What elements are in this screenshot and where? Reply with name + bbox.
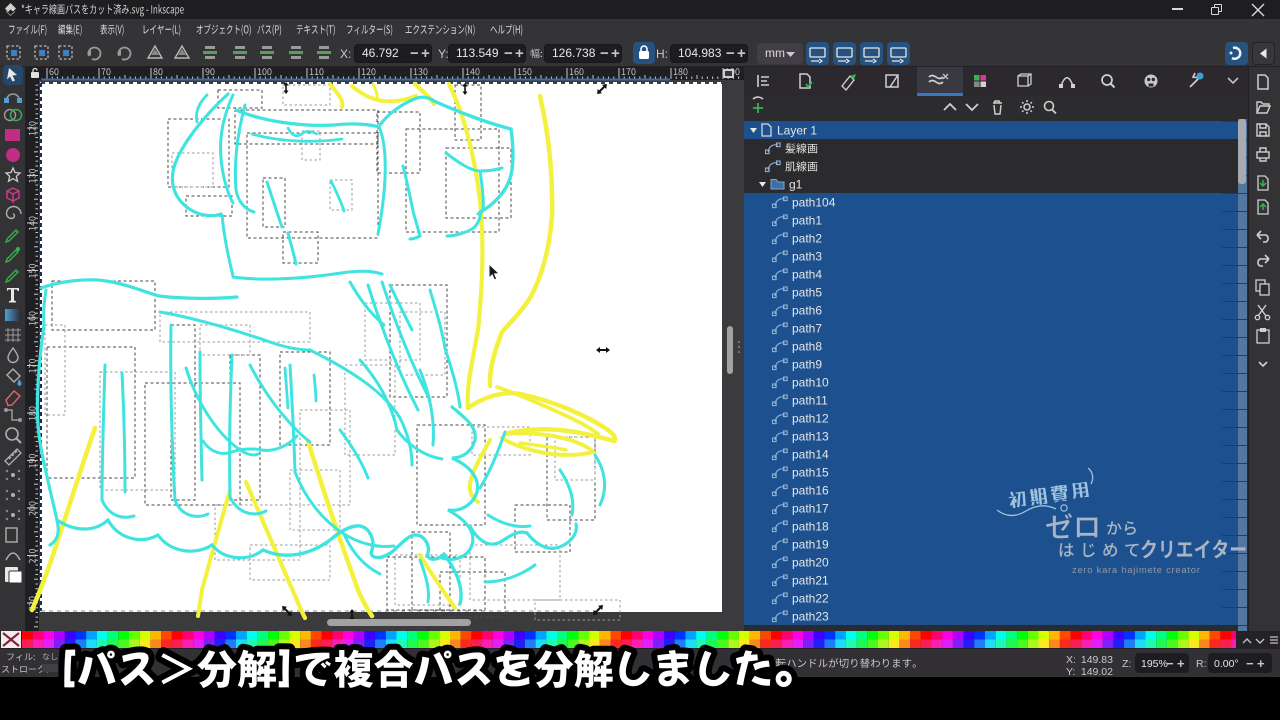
svg-text:−: − [1166, 656, 1174, 671]
svg-text:path19: path19 [792, 538, 829, 552]
svg-text:path10: path10 [792, 376, 829, 390]
svg-text:path8: path8 [792, 340, 822, 354]
svg-text:path17: path17 [792, 502, 829, 516]
svg-text:zero kara hajimete creator: zero kara hajimete creator [1072, 565, 1201, 576]
svg-text:path22: path22 [792, 592, 829, 606]
svg-text:path7: path7 [792, 322, 822, 336]
svg-text:path15: path15 [792, 466, 829, 480]
svg-text:path4: path4 [792, 268, 822, 282]
svg-text:path9: path9 [792, 358, 822, 372]
svg-text:Y:: Y: [1066, 666, 1075, 678]
svg-text:path3: path3 [792, 250, 822, 264]
svg-text:path104: path104 [792, 196, 836, 210]
svg-text:0.00°: 0.00° [1214, 658, 1239, 670]
svg-text:path2: path2 [792, 232, 822, 246]
svg-text:X:: X: [1066, 654, 1076, 666]
svg-text:149.83: 149.83 [1081, 654, 1113, 666]
svg-text:path13: path13 [792, 430, 829, 444]
svg-text:path5: path5 [792, 286, 822, 300]
svg-text:g1: g1 [789, 178, 803, 192]
svg-text:+: + [1177, 656, 1185, 671]
svg-text:path6: path6 [792, 304, 822, 318]
svg-text:149.02: 149.02 [1081, 666, 1113, 678]
svg-text:path18: path18 [792, 520, 829, 534]
svg-text:Layer 1: Layer 1 [777, 124, 817, 138]
svg-text:path14: path14 [792, 448, 829, 462]
svg-text:−: − [1246, 656, 1254, 671]
svg-text:path16: path16 [792, 484, 829, 498]
svg-text:path23: path23 [792, 610, 829, 624]
svg-text:path11: path11 [792, 394, 828, 408]
svg-text:195%: 195% [1141, 658, 1168, 670]
svg-text:path20: path20 [792, 556, 829, 570]
svg-text:+: + [1257, 656, 1265, 671]
svg-text:path21: path21 [792, 574, 829, 588]
svg-text:path1: path1 [792, 214, 822, 228]
svg-text:path12: path12 [792, 412, 829, 426]
svg-text:Z:: Z: [1122, 658, 1131, 670]
svg-text:R:: R: [1196, 658, 1207, 670]
